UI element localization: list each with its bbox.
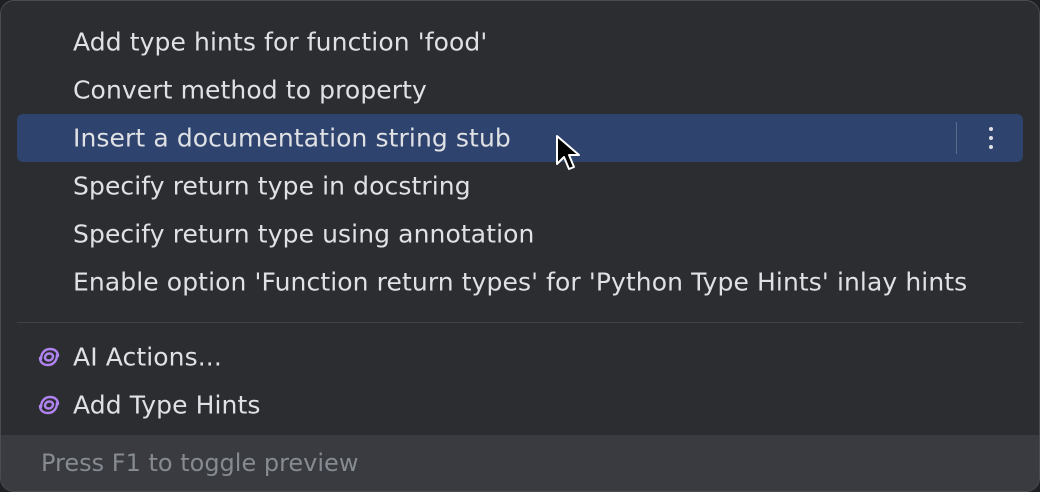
more-options-icon[interactable] <box>979 123 1003 153</box>
menu-item-convert-method-to-property[interactable]: Convert method to property <box>17 66 1023 114</box>
menu-item-label: Add Type Hints <box>73 390 261 420</box>
menu-item-insert-docstring-stub[interactable]: Insert a documentation string stub <box>17 114 1023 162</box>
menu-divider <box>17 322 1023 323</box>
menu-item-label: Specify return type using annotation <box>73 219 535 249</box>
menu-item-label: Add type hints for function 'food' <box>73 27 488 57</box>
more-separator <box>956 122 957 154</box>
menu-item-label: Insert a documentation string stub <box>73 123 511 153</box>
menu-item-label: Convert method to property <box>73 75 427 105</box>
intention-actions-popup: Add type hints for function 'food' Conve… <box>0 0 1040 492</box>
menu-item-return-type-docstring[interactable]: Specify return type in docstring <box>17 162 1023 210</box>
intention-actions-list: Add type hints for function 'food' Conve… <box>1 18 1039 429</box>
menu-item-return-type-annotation[interactable]: Specify return type using annotation <box>17 210 1023 258</box>
mouse-pointer-icon <box>556 135 580 170</box>
popup-footer: Press F1 to toggle preview <box>1 435 1039 491</box>
ai-assistant-icon <box>38 347 60 367</box>
menu-item-label: AI Actions... <box>73 342 222 372</box>
menu-item-add-type-hints-function[interactable]: Add type hints for function 'food' <box>17 18 1023 66</box>
menu-item-label: Enable option 'Function return types' fo… <box>73 267 968 297</box>
ai-assistant-icon <box>38 395 60 415</box>
menu-item-ai-actions[interactable]: AI Actions... <box>17 333 1023 381</box>
menu-item-enable-inlay-hints[interactable]: Enable option 'Function return types' fo… <box>17 258 1023 306</box>
menu-item-add-type-hints-ai[interactable]: Add Type Hints <box>17 381 1023 429</box>
menu-item-label: Specify return type in docstring <box>73 171 471 201</box>
footer-hint: Press F1 to toggle preview <box>41 449 359 477</box>
